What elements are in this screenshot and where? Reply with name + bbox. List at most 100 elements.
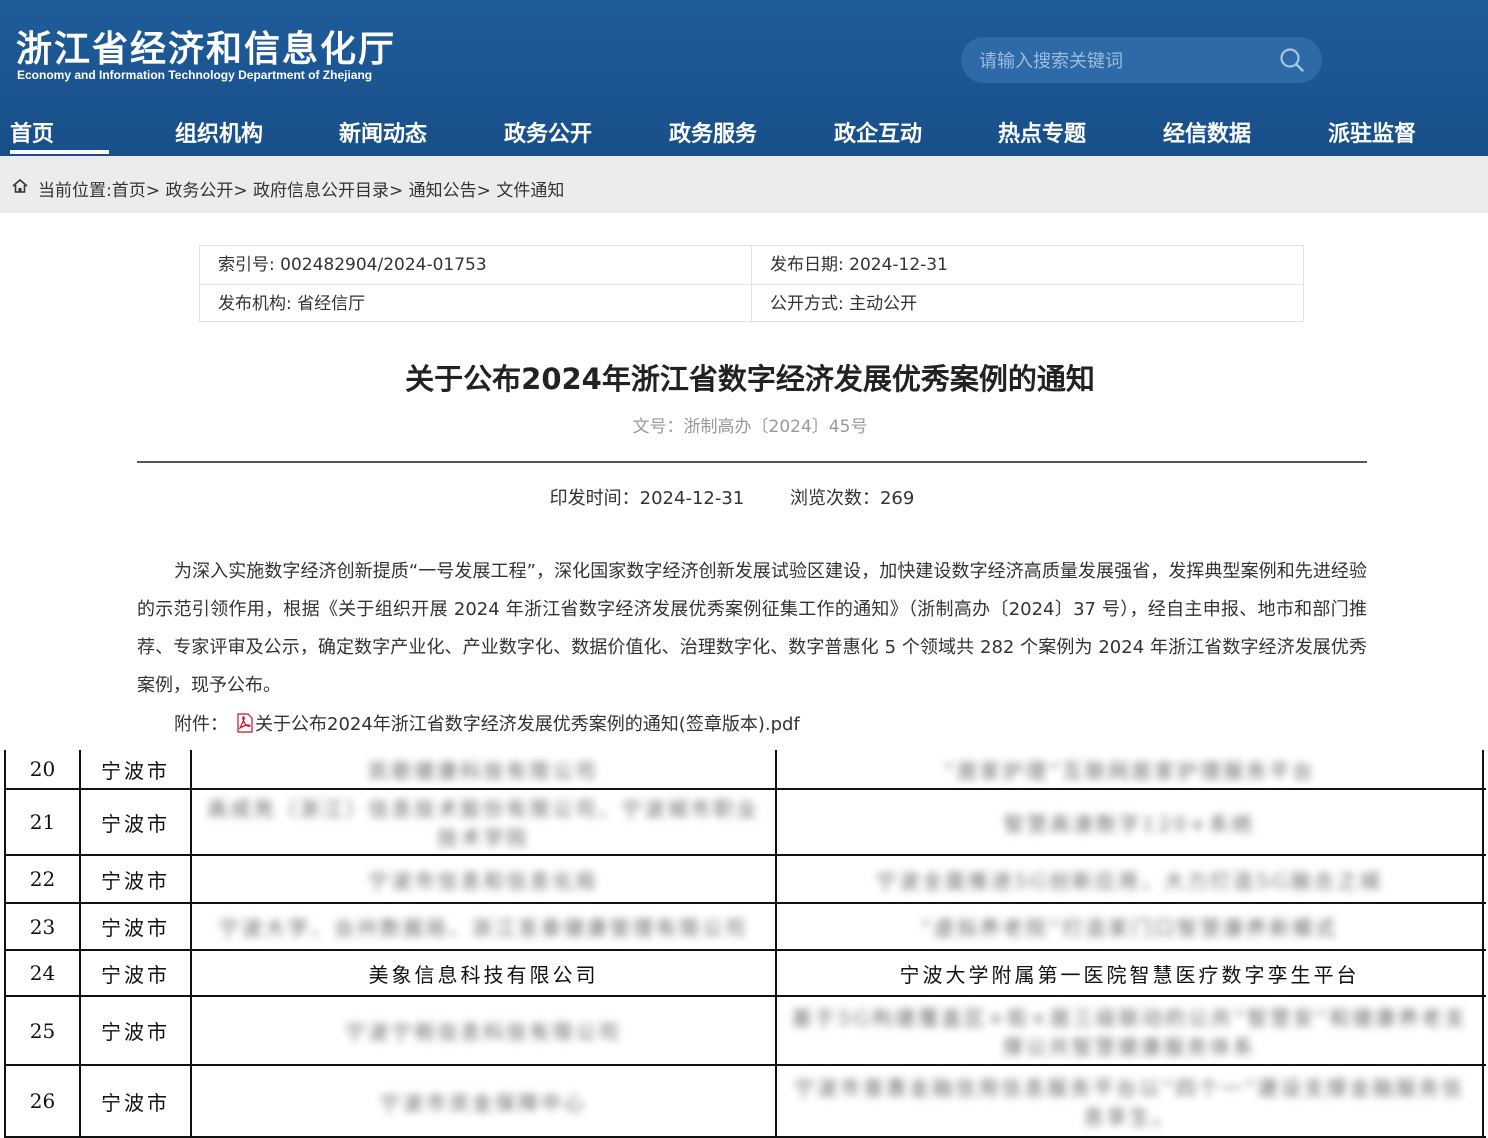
row-city-text: 宁波市 xyxy=(101,758,170,783)
row-city-text: 宁波市 xyxy=(101,1020,170,1044)
pdf-icon xyxy=(237,713,253,733)
meta-publish-date: 发布日期: 2024-12-31 xyxy=(751,246,1303,284)
site-logo-title[interactable]: 浙江省经济和信息化厅 xyxy=(16,20,396,72)
row-organization: 宁波大学、台州数据局、浙江圣泰健康管理有限公司 xyxy=(190,904,775,949)
breadcrumb[interactable]: 当前位置:首页> 政务公开> 政府信息公开目录> 通知公告> 文件通知 xyxy=(38,176,564,201)
nav-supervision[interactable]: 派驻监督 xyxy=(1328,116,1416,148)
search-input[interactable] xyxy=(979,48,1269,74)
row-number: 25 xyxy=(4,997,79,1064)
row-case-name-text: 智慧高速数字120+系统 xyxy=(1004,811,1255,836)
row-organization-text: 宁波市信息和信息化局 xyxy=(368,868,599,893)
nav-organization[interactable]: 组织机构 xyxy=(175,116,263,148)
nav-interaction[interactable]: 政企互动 xyxy=(834,116,922,148)
row-number: 26 xyxy=(4,1066,79,1136)
row-number: 22 xyxy=(4,856,79,902)
row-city: 宁波市 xyxy=(79,904,190,949)
search-box xyxy=(961,37,1322,83)
row-number-text: 22 xyxy=(29,867,56,891)
nav-home[interactable]: 首页 xyxy=(10,116,54,148)
search-icon[interactable] xyxy=(1279,47,1305,73)
row-case-name: 宁波市普惠金融信用信息服务平台以“四个一”建设支撑金融服务信息孪生。 xyxy=(775,1066,1484,1136)
site-logo-subtitle: Economy and Information Technology Depar… xyxy=(17,68,373,82)
row-organization-text: 宁波市资金保障中心 xyxy=(380,1090,587,1115)
row-city: 宁波市 xyxy=(79,750,190,788)
publication-info: 印发时间：2024-12-31 浏览次数：269 xyxy=(0,484,1464,510)
row-organization: 高成亮（浙江）信息技术股份有限公司、宁波城市职业技术学院 xyxy=(190,790,775,854)
row-organization-text: 宁波大学、台州数据局、浙江圣泰健康管理有限公司 xyxy=(219,916,748,940)
main-nav: 首页 组织机构 新闻动态 政务公开 政务服务 政企互动 热点专题 经信数据 派驻… xyxy=(0,110,1488,156)
table-row: 22 宁波市 宁波市信息和信息化局 宁波全面推进5G创新应用，大力打造5G融合之城 xyxy=(4,856,1486,904)
article-title: 关于公布2024年浙江省数字经济发展优秀案例的通知 xyxy=(405,362,1095,396)
breadcrumb-bar: 当前位置:首页> 政务公开> 政府信息公开目录> 通知公告> 文件通知 xyxy=(0,156,1488,213)
table-row: 20 宁波市 凯歌健康科技有限公司 “居家护理”互联网居家护理服务平台 xyxy=(4,750,1486,790)
table-row: 21 宁波市 高成亮（浙江）信息技术股份有限公司、宁波城市职业技术学院 智慧高速数字1… xyxy=(4,790,1486,856)
row-city-text: 宁波市 xyxy=(101,916,170,940)
meta-issuer: 发布机构: 省经信厅 xyxy=(218,294,366,314)
row-organization: 凯歌健康科技有限公司 xyxy=(190,750,775,788)
meta-row: 索引号: 002482904/2024-01753 发布日期: 2024-12-… xyxy=(200,246,1303,284)
attachment-label: 附件： xyxy=(174,714,228,735)
row-organization: 美象信息科技有限公司 xyxy=(190,951,775,995)
table-row: 26 宁波市 宁波市资金保障中心 宁波市普惠金融信用信息服务平台以“四个一”建设支撑金… xyxy=(4,1066,1486,1138)
row-organization: 宁波市信息和信息化局 xyxy=(190,856,775,902)
row-number: 20 xyxy=(4,750,79,788)
row-number: 21 xyxy=(4,790,79,854)
view-count: 浏览次数：269 xyxy=(789,488,915,509)
row-case-name-text: “居家护理”互联网居家护理服务平台 xyxy=(943,758,1316,783)
title-divider xyxy=(137,461,1367,463)
meta-index-number: 索引号: 002482904/2024-01753 xyxy=(218,255,487,275)
nav-active-indicator xyxy=(10,150,109,154)
row-organization: 宁波市资金保障中心 xyxy=(190,1066,775,1136)
row-organization-text: 凯歌健康科技有限公司 xyxy=(368,758,599,783)
home-icon xyxy=(12,179,28,193)
row-city: 宁波市 xyxy=(79,997,190,1064)
print-time: 印发时间：2024-12-31 xyxy=(549,488,745,509)
row-number-text: 25 xyxy=(29,1018,56,1043)
site-header: 浙江省经济和信息化厅 Economy and Information Techn… xyxy=(0,0,1488,156)
row-case-name-text: 宁波全面推进5G创新应用，大力打造5G融合之城 xyxy=(876,868,1383,893)
document-meta-table: 索引号: 002482904/2024-01753 发布日期: 2024-12-… xyxy=(199,245,1304,323)
nav-data[interactable]: 经信数据 xyxy=(1163,116,1251,148)
nav-hot-topics[interactable]: 热点专题 xyxy=(998,116,1086,148)
meta-row: 发布机构: 省经信厅 公开方式: 主动公开 xyxy=(200,284,1303,323)
row-case-name: “虚拟养老院”打造家门口智慧康养新模式 xyxy=(775,904,1484,949)
article-body: 为深入实施数字经济创新提质“一号发展工程”，深化国家数字经济创新发展试验区建设，… xyxy=(137,561,1367,696)
row-number: 23 xyxy=(4,904,79,949)
row-case-name: 智慧高速数字120+系统 xyxy=(775,790,1484,854)
attachment-link[interactable]: 关于公布2024年浙江省数字经济发展优秀案例的通知(签章版本).pdf xyxy=(255,714,800,735)
row-organization-text: 美象信息科技有限公司 xyxy=(368,962,599,987)
row-organization: 宁波宁税信息科技有限公司 xyxy=(190,997,775,1064)
row-case-name-text: 基于5G构建覆盖区+街+居三级联动的公共“智慧安”和健康养老支撑公共智慧健康服务… xyxy=(791,1005,1468,1059)
row-city: 宁波市 xyxy=(79,951,190,995)
nav-government-affairs[interactable]: 政务公开 xyxy=(504,116,592,148)
row-organization-text: 宁波宁税信息科技有限公司 xyxy=(345,1020,622,1044)
row-number: 24 xyxy=(4,951,79,995)
row-case-name: 宁波全面推进5G创新应用，大力打造5G融合之城 xyxy=(775,856,1484,902)
row-number-text: 26 xyxy=(29,1089,56,1113)
table-row: 23 宁波市 宁波大学、台州数据局、浙江圣泰健康管理有限公司 “虚拟养老院”打造家门口… xyxy=(4,904,1486,951)
table-row: 25 宁波市 宁波宁税信息科技有限公司 基于5G构建覆盖区+街+居三级联动的公共“智慧… xyxy=(4,997,1486,1066)
row-case-name-text: 宁波大学附属第一医院智慧医疗数字孪生平台 xyxy=(899,962,1360,987)
row-city-text: 宁波市 xyxy=(101,1090,170,1115)
row-city-text: 宁波市 xyxy=(101,962,170,987)
row-number-text: 24 xyxy=(29,961,56,985)
row-organization-text: 高成亮（浙江）信息技术股份有限公司、宁波城市职业技术学院 xyxy=(207,797,760,850)
row-case-name-text: 宁波市普惠金融信用信息服务平台以“四个一”建设支撑金融服务信息孪生。 xyxy=(794,1076,1465,1129)
document-number: 文号：浙制高办〔2024〕45号 xyxy=(632,417,868,437)
attachment: 附件： 关于公布2024年浙江省数字经济发展优秀案例的通知(签章版本).pdf xyxy=(174,710,800,736)
row-city: 宁波市 xyxy=(79,1066,190,1136)
meta-disclosure-mode: 公开方式: 主动公开 xyxy=(751,285,1303,323)
row-case-name: 基于5G构建覆盖区+街+居三级联动的公共“智慧安”和健康养老支撑公共智慧健康服务… xyxy=(775,997,1484,1064)
row-number-text: 21 xyxy=(29,810,56,834)
nav-news[interactable]: 新闻动态 xyxy=(339,116,427,148)
case-table: 20 宁波市 凯歌健康科技有限公司 “居家护理”互联网居家护理服务平台 21 宁波市 高成亮… xyxy=(4,750,1486,1138)
row-city: 宁波市 xyxy=(79,790,190,854)
nav-government-services[interactable]: 政务服务 xyxy=(669,116,757,148)
row-case-name: 宁波大学附属第一医院智慧医疗数字孪生平台 xyxy=(775,951,1484,995)
row-city-text: 宁波市 xyxy=(101,811,170,836)
row-number-text: 20 xyxy=(29,757,56,781)
row-case-name-text: “虚拟养老院”打造家门口智慧康养新模式 xyxy=(920,916,1339,940)
row-number-text: 23 xyxy=(29,914,56,939)
row-city-text: 宁波市 xyxy=(101,868,170,893)
row-case-name: “居家护理”互联网居家护理服务平台 xyxy=(775,750,1484,788)
